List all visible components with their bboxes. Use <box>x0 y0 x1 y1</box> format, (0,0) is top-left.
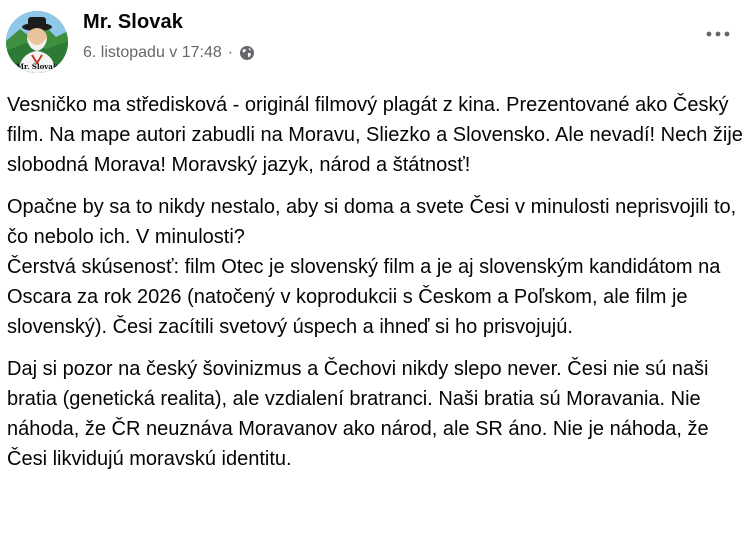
avatar-image: Mr. Slovak <box>6 11 68 73</box>
more-options-icon[interactable] <box>700 22 736 46</box>
post-paragraph-1: Vesničko ma středisková - originál filmo… <box>7 94 743 176</box>
post-text: Vesničko ma středisková - originál filmo… <box>7 90 747 486</box>
post-paragraph-4: Daj si pozor na český šovinizmus a Čecho… <box>7 358 709 470</box>
post-paragraph-3: Čerstvá skúsenosť: film Otec je slovensk… <box>7 256 721 338</box>
avatar[interactable]: Mr. Slovak <box>6 11 68 73</box>
facebook-post: Mr. Slovak Mr. Slovak 6. listopadu v 17:… <box>0 0 756 552</box>
meta-separator: · <box>227 44 234 61</box>
timestamp-link[interactable]: 6. listopadu v 17:48 <box>83 44 222 62</box>
post-meta: 6. listopadu v 17:48 · <box>83 44 255 62</box>
globe-icon[interactable] <box>239 45 255 61</box>
post-paragraph-2: Opačne by sa to nikdy nestalo, aby si do… <box>7 196 737 248</box>
author-name[interactable]: Mr. Slovak <box>83 11 183 34</box>
avatar-caption: Mr. Slovak <box>16 62 58 71</box>
